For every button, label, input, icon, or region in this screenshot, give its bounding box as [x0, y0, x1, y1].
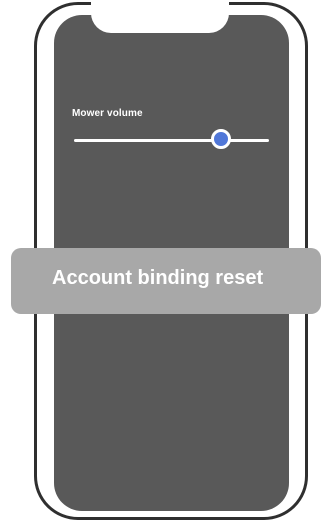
phone-notch — [91, 0, 229, 33]
toast-message: Account binding reset — [52, 267, 264, 289]
phone-mockup: Mower volume Account binding reset — [0, 0, 321, 524]
mower-volume-slider-track[interactable] — [74, 139, 269, 142]
mower-volume-label: Mower volume — [72, 108, 143, 119]
mower-volume-slider-thumb[interactable] — [211, 129, 232, 149]
